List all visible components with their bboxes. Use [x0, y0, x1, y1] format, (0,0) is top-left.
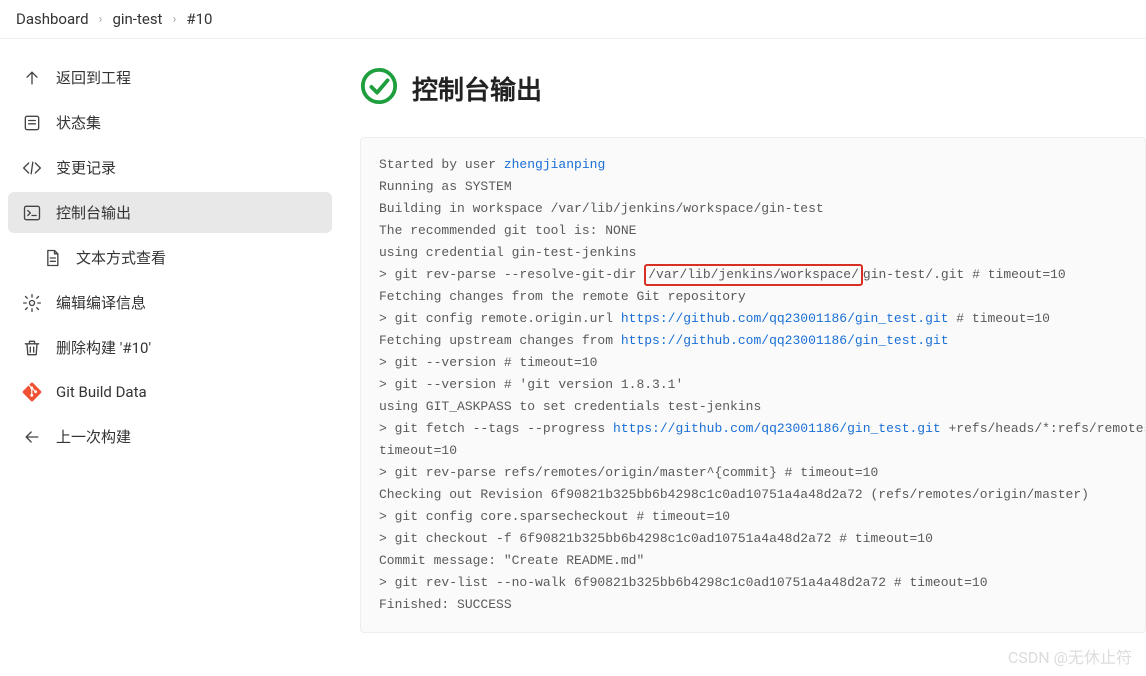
terminal-icon	[22, 203, 42, 223]
console-line: > git config remote.origin.url https://g…	[379, 308, 1127, 330]
sidebar-item-label: 状态集	[56, 112, 101, 133]
console-line: Checking out Revision 6f90821b325bb6b429…	[379, 484, 1127, 506]
console-line: Building in workspace /var/lib/jenkins/w…	[379, 198, 1127, 220]
console-text: > git rev-parse refs/remotes/origin/mast…	[379, 465, 878, 480]
console-line: > git rev-parse refs/remotes/origin/mast…	[379, 462, 1127, 484]
doc-icon	[42, 248, 62, 268]
sidebar-item-back[interactable]: 返回到工程	[8, 57, 332, 98]
console-line: using GIT_ASKPASS to set credentials tes…	[379, 396, 1127, 418]
sidebar-item-label: 文本方式查看	[76, 247, 166, 268]
console-text: Running as SYSTEM	[379, 179, 512, 194]
success-check-icon	[360, 67, 398, 109]
sidebar-item-label: 控制台输出	[56, 202, 131, 223]
console-line: > git rev-parse --resolve-git-dir /var/l…	[379, 264, 1127, 286]
console-text: Fetching upstream changes from	[379, 333, 621, 348]
console-text: > git checkout -f 6f90821b325bb6b4298c1c…	[379, 531, 933, 546]
console-text: > git --version # 'git version 1.8.3.1'	[379, 377, 683, 392]
console-text: > git rev-parse --resolve-git-dir	[379, 267, 644, 282]
console-text: using credential gin-test-jenkins	[379, 245, 636, 260]
console-text: > git config remote.origin.url	[379, 311, 621, 326]
console-line: Finished: SUCCESS	[379, 594, 1127, 616]
console-text: +refs/heads/*:refs/remotes/origin/* # ti…	[941, 421, 1146, 436]
code-icon	[22, 158, 42, 178]
console-text: Checking out Revision 6f90821b325bb6b429…	[379, 487, 1089, 502]
breadcrumb-item-project[interactable]: gin-test	[112, 10, 162, 28]
sidebar-item-console-txt[interactable]: 文本方式查看	[8, 237, 332, 278]
console-text: Building in workspace /var/lib/jenkins/w…	[379, 201, 824, 216]
console-text: > git fetch --tags --progress	[379, 421, 613, 436]
arrow-left-icon	[22, 427, 42, 447]
sidebar-item-git[interactable]: Git Build Data	[8, 372, 332, 412]
rect-icon	[22, 113, 42, 133]
console-text: Finished: SUCCESS	[379, 597, 512, 612]
sidebar-item-label: 编辑编译信息	[56, 292, 146, 313]
console-text: > git rev-list --no-walk 6f90821b325bb6b…	[379, 575, 988, 590]
console-line: Started by user zhengjianping	[379, 154, 1127, 176]
console-line: > git --version # 'git version 1.8.3.1'	[379, 374, 1127, 396]
page-title: 控制台输出	[412, 70, 542, 107]
sidebar-item-label: 变更记录	[56, 157, 116, 178]
console-link[interactable]: zhengjianping	[504, 157, 605, 172]
console-text: > git --version # timeout=10	[379, 355, 597, 370]
console-link[interactable]: https://github.com/qq23001186/gin_test.g…	[621, 333, 949, 348]
sidebar: 返回到工程状态集变更记录控制台输出文本方式查看编辑编译信息删除构建 '#10' G…	[0, 39, 340, 674]
console-text: Commit message: "Create README.md"	[379, 553, 644, 568]
console-output: Started by user zhengjianping Running as …	[360, 137, 1146, 633]
console-line: > git --version # timeout=10	[379, 352, 1127, 374]
breadcrumb-sep: ›	[99, 12, 103, 27]
console-text: gin-test/.git # timeout=10	[863, 267, 1066, 282]
gear-icon	[22, 293, 42, 313]
console-text: using GIT_ASKPASS to set credentials tes…	[379, 399, 761, 414]
console-line: > git fetch --tags --progress https://gi…	[379, 418, 1127, 440]
breadcrumb-sep: ›	[172, 12, 176, 27]
sidebar-item-console[interactable]: 控制台输出	[8, 192, 332, 233]
sidebar-item-label: Git Build Data	[56, 383, 147, 401]
console-line: timeout=10	[379, 440, 1127, 462]
console-line: Commit message: "Create README.md"	[379, 550, 1127, 572]
page-title-row: 控制台输出	[360, 67, 1146, 109]
console-text: timeout=10	[379, 443, 457, 458]
sidebar-item-label: 返回到工程	[56, 67, 131, 88]
console-text: > git config core.sparsecheckout # timeo…	[379, 509, 730, 524]
breadcrumb-item-dashboard[interactable]: Dashboard	[16, 10, 89, 28]
sidebar-item-label: 删除构建 '#10'	[56, 337, 151, 358]
breadcrumb: Dashboard › gin-test › #10	[0, 0, 1146, 39]
console-line: > git rev-list --no-walk 6f90821b325bb6b…	[379, 572, 1127, 594]
git-icon	[22, 382, 42, 402]
console-line: > git config core.sparsecheckout # timeo…	[379, 506, 1127, 528]
main-content: 控制台输出 Started by user zhengjianping Runni…	[340, 39, 1146, 674]
console-link[interactable]: https://github.com/qq23001186/gin_test.g…	[621, 311, 949, 326]
console-line: using credential gin-test-jenkins	[379, 242, 1127, 264]
console-line: The recommended git tool is: NONE	[379, 220, 1127, 242]
console-text: Started by user	[379, 157, 504, 172]
sidebar-item-label: 上一次构建	[56, 426, 131, 447]
console-link[interactable]: https://github.com/qq23001186/gin_test.g…	[613, 421, 941, 436]
sidebar-item-status[interactable]: 状态集	[8, 102, 332, 143]
console-line: > git checkout -f 6f90821b325bb6b4298c1c…	[379, 528, 1127, 550]
sidebar-item-edit[interactable]: 编辑编译信息	[8, 282, 332, 323]
arrow-up-icon	[22, 68, 42, 88]
console-text: The recommended git tool is: NONE	[379, 223, 636, 238]
console-line: Fetching upstream changes from https://g…	[379, 330, 1127, 352]
console-line: Fetching changes from the remote Git rep…	[379, 286, 1127, 308]
sidebar-item-delete[interactable]: 删除构建 '#10'	[8, 327, 332, 368]
console-text: Fetching changes from the remote Git rep…	[379, 289, 746, 304]
sidebar-item-changes[interactable]: 变更记录	[8, 147, 332, 188]
console-text: # timeout=10	[949, 311, 1050, 326]
console-highlight: /var/lib/jenkins/workspace/	[644, 264, 863, 286]
trash-icon	[22, 338, 42, 358]
sidebar-item-prev[interactable]: 上一次构建	[8, 416, 332, 457]
breadcrumb-item-build[interactable]: #10	[186, 10, 212, 28]
console-line: Running as SYSTEM	[379, 176, 1127, 198]
